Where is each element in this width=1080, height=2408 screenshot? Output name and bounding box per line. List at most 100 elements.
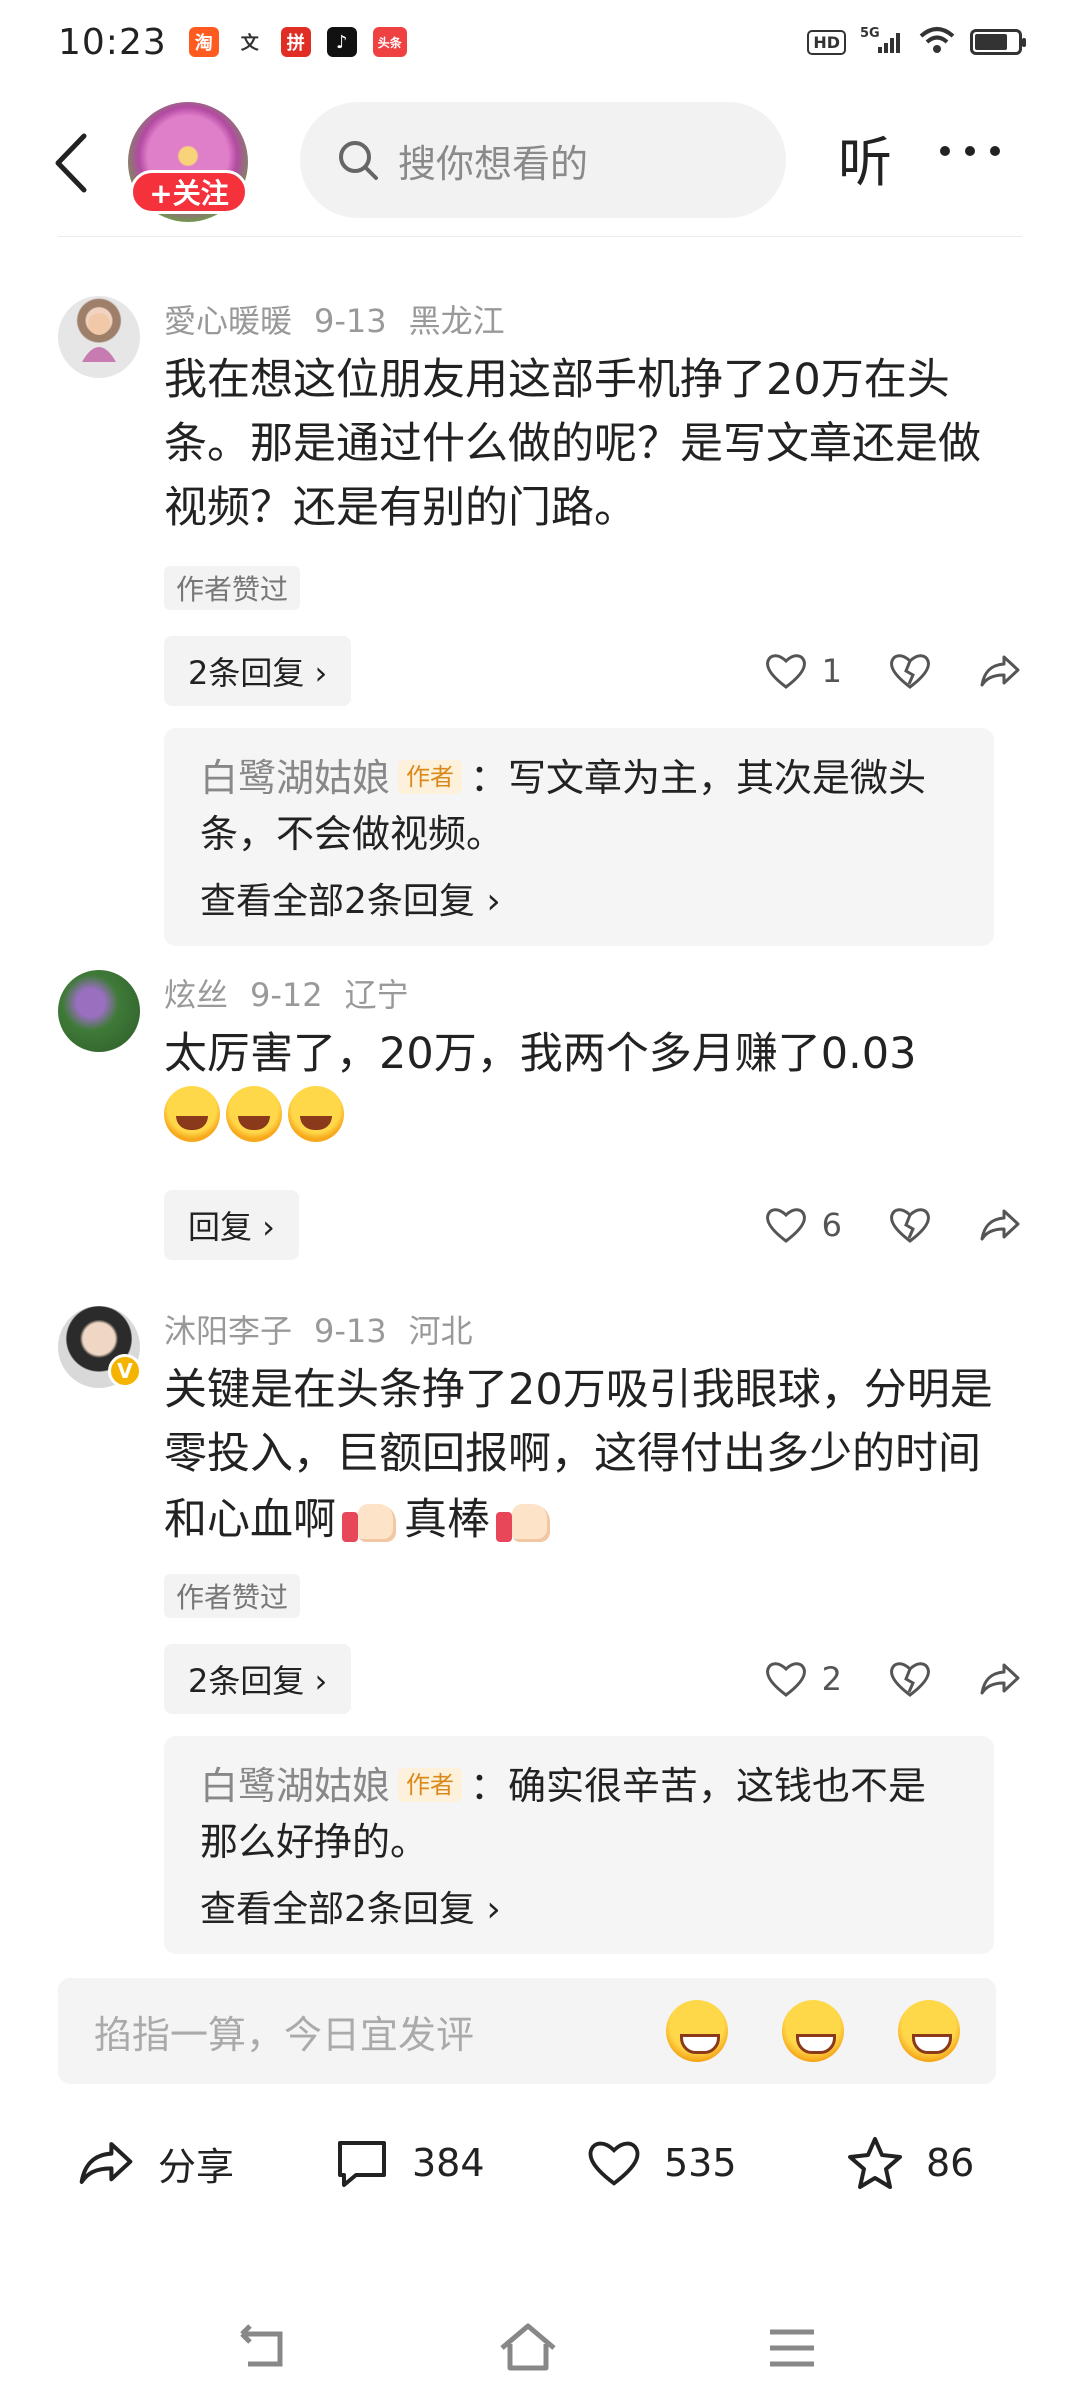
broken-heart-icon bbox=[890, 1662, 930, 1697]
like-article-button[interactable]: 535 bbox=[586, 2137, 737, 2189]
crying-emoji-icon[interactable] bbox=[782, 2000, 844, 2062]
laugh-cry-emoji-icon bbox=[164, 1086, 220, 1142]
like-button[interactable]: 1 bbox=[764, 651, 842, 691]
reply-preview[interactable]: 白鹭湖姑娘 作者 ：写文章为主，其次是微头条，不会做视频。 查看全部2条回复 › bbox=[164, 728, 994, 946]
laugh-cry-emoji-icon bbox=[226, 1086, 282, 1142]
replies-button[interactable]: 2条回复 › bbox=[164, 636, 352, 706]
heart-icon bbox=[765, 1662, 806, 1697]
signal-icon: 5G bbox=[860, 25, 904, 59]
comments-button[interactable]: 384 bbox=[334, 2137, 485, 2189]
comment-actions: 6 bbox=[718, 1190, 1022, 1260]
search-placeholder: 搜你想看的 bbox=[398, 141, 589, 186]
like-button[interactable]: 6 bbox=[764, 1205, 842, 1245]
comment-bubble-icon bbox=[338, 2141, 386, 2187]
comment-location: 辽宁 bbox=[344, 976, 409, 1014]
search-input[interactable]: 搜你想看的 bbox=[300, 102, 786, 218]
comment-text[interactable]: 我在想这位朋友用这部手机挣了20万在头条。那是通过什么做的呢？是写文章还是做视频… bbox=[164, 348, 1004, 540]
share-comment-button[interactable] bbox=[978, 1659, 1022, 1699]
tiktok-icon: ♪ bbox=[326, 27, 357, 57]
system-status: HD 5G bbox=[807, 25, 1026, 59]
comment-date: 9-13 bbox=[314, 1312, 387, 1350]
back-button[interactable] bbox=[46, 128, 96, 198]
reply-username[interactable]: 白鹭湖姑娘 bbox=[200, 756, 390, 800]
dislike-button[interactable] bbox=[888, 1659, 932, 1699]
comment-username[interactable]: 愛心暖暖 bbox=[164, 302, 292, 340]
user-avatar[interactable] bbox=[58, 296, 140, 378]
dislike-button[interactable] bbox=[888, 1205, 932, 1245]
comment-text[interactable]: 关键是在头条挣了20万吸引我眼球，分明是零投入，巨额回报啊，这得付出多少的时间和… bbox=[164, 1358, 1004, 1552]
header-divider bbox=[58, 236, 1022, 237]
user-avatar[interactable] bbox=[58, 970, 140, 1052]
share-icon bbox=[980, 1209, 1020, 1241]
pinduoduo-icon: 拼 bbox=[280, 27, 311, 57]
share-comment-button[interactable] bbox=[978, 1205, 1022, 1245]
reply-username[interactable]: 白鹭湖姑娘 bbox=[200, 1764, 390, 1808]
thumbs-up-emoji-icon bbox=[340, 1486, 400, 1546]
like-count: 2 bbox=[821, 1660, 842, 1698]
dislike-button[interactable] bbox=[888, 651, 932, 691]
like-count: 1 bbox=[821, 652, 842, 690]
nav-back-button[interactable] bbox=[234, 2320, 290, 2380]
reply-preview[interactable]: 白鹭湖姑娘 作者 ：确实很辛苦，这钱也不是那么好挣的。 查看全部2条回复 › bbox=[164, 1736, 994, 1954]
share-comment-button[interactable] bbox=[978, 651, 1022, 691]
comment-actions: 2 bbox=[718, 1644, 1022, 1714]
broken-heart-icon bbox=[890, 654, 930, 689]
comment-list[interactable]: 愛心暖暖 9-13 黑龙江 我在想这位朋友用这部手机挣了20万在头条。那是通过什么做… bbox=[0, 238, 1080, 1962]
author-liked-badge: 作者赞过 bbox=[164, 566, 301, 610]
laugh-cry-emoji-icon bbox=[288, 1086, 344, 1142]
comment-username[interactable]: 沐阳李子 bbox=[164, 1312, 292, 1350]
author-tag: 作者 bbox=[398, 760, 463, 794]
wifi-icon bbox=[918, 25, 956, 59]
share-icon bbox=[980, 655, 1020, 687]
favorite-button[interactable]: 86 bbox=[846, 2135, 974, 2191]
comment-text[interactable]: 太厉害了，20万，我两个多月赚了0.03 bbox=[164, 1022, 1004, 1150]
status-time: 10:23 bbox=[58, 21, 167, 63]
search-icon bbox=[339, 141, 378, 180]
system-nav-bar bbox=[0, 2300, 1080, 2408]
reply-line: 白鹭湖姑娘 作者 ：确实很辛苦，这钱也不是那么好挣的。 bbox=[200, 1758, 958, 1870]
share-label: 分享 bbox=[158, 2144, 235, 2189]
like-count: 535 bbox=[664, 2141, 737, 2185]
follow-button[interactable]: +关注 bbox=[130, 170, 248, 214]
hd-icon: HD bbox=[807, 29, 846, 55]
svg-text:5G: 5G bbox=[860, 26, 880, 41]
star-icon bbox=[848, 2137, 902, 2189]
heart-icon bbox=[765, 1208, 806, 1243]
heart-icon bbox=[588, 2141, 640, 2186]
laugh-cry-emoji-icon[interactable] bbox=[898, 2000, 960, 2062]
comment-location: 河北 bbox=[408, 1312, 473, 1350]
grin-emoji-icon[interactable] bbox=[666, 2000, 728, 2062]
comment-input[interactable]: 掐指一算，今日宜发评 bbox=[58, 1978, 996, 2084]
comment-text-content-2: 真棒 bbox=[404, 1495, 490, 1545]
return-icon bbox=[240, 2324, 283, 2367]
back-arrow-icon bbox=[55, 133, 87, 193]
quick-emoji-bar bbox=[666, 2000, 960, 2062]
menu-icon bbox=[770, 2329, 814, 2367]
replies-button[interactable]: 2条回复 › bbox=[164, 1644, 352, 1714]
view-all-replies-link[interactable]: 查看全部2条回复 › bbox=[200, 1880, 958, 1932]
like-count: 6 bbox=[821, 1206, 842, 1244]
verified-badge-icon: V bbox=[108, 1354, 142, 1388]
author-liked-badge: 作者赞过 bbox=[164, 1574, 301, 1618]
home-icon bbox=[500, 2323, 556, 2371]
reply-button[interactable]: 回复 › bbox=[164, 1190, 299, 1260]
comment-item: 炫丝 9-12 辽宁 太厉害了，20万，我两个多月赚了0.03 回复 › 6 bbox=[0, 968, 1080, 1268]
status-bar: 10:23 淘 文 拼 ♪ 头条 HD 5G bbox=[0, 0, 1080, 84]
comment-text-content: 关键是在头条挣了20万吸引我眼球，分明是零投入，巨额回报啊，这得付出多少的时间和… bbox=[164, 1365, 993, 1545]
nav-home-button[interactable] bbox=[496, 2320, 560, 2380]
taobao-icon: 淘 bbox=[188, 27, 219, 57]
thumbs-up-emoji-icon bbox=[494, 1486, 554, 1546]
comment-item: 愛心暖暖 9-13 黑龙江 我在想这位朋友用这部手机挣了20万在头条。那是通过什么做… bbox=[0, 238, 1080, 958]
article-header: +关注 搜你想看的 听 bbox=[0, 92, 1080, 232]
comment-input-placeholder: 掐指一算，今日宜发评 bbox=[94, 2012, 475, 2057]
share-button[interactable]: 分享 bbox=[76, 2136, 234, 2191]
comment-meta: 沐阳李子 9-13 河北 bbox=[164, 1306, 495, 1352]
comment-username[interactable]: 炫丝 bbox=[164, 976, 228, 1014]
view-all-replies-link[interactable]: 查看全部2条回复 › bbox=[200, 872, 958, 924]
like-button[interactable]: 2 bbox=[764, 1659, 842, 1699]
more-options-icon[interactable] bbox=[940, 146, 1000, 160]
nav-menu-button[interactable] bbox=[764, 2320, 820, 2380]
author-tag: 作者 bbox=[398, 1768, 463, 1802]
bottom-action-bar: 分享 384 535 86 bbox=[0, 2108, 1080, 2218]
listen-button[interactable]: 听 bbox=[838, 118, 892, 197]
